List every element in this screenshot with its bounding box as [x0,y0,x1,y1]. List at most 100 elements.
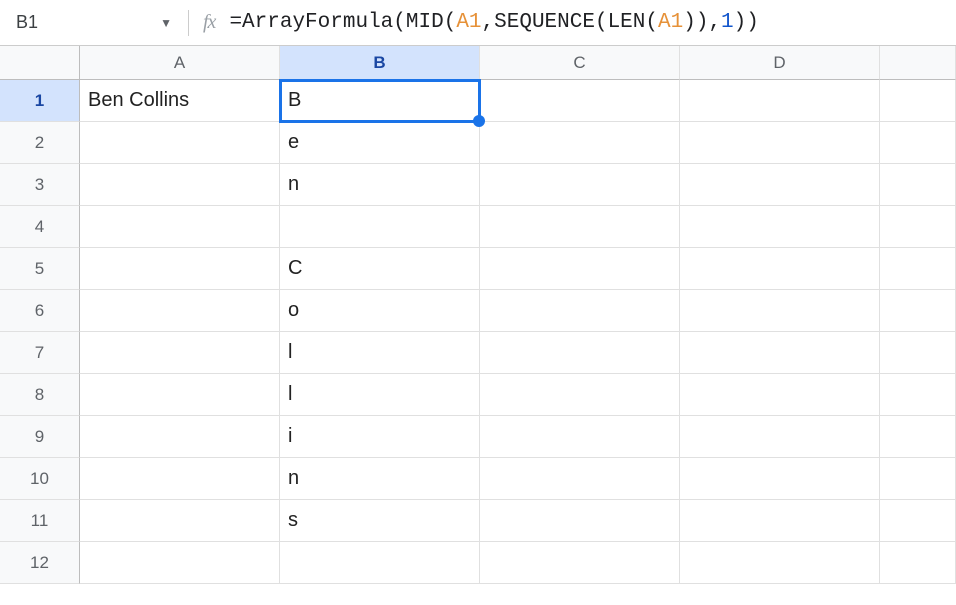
formula-token: A1 [456,11,481,34]
formula-token: LEN [608,11,646,34]
cell[interactable] [80,416,280,458]
cell[interactable] [680,290,880,332]
formula-token: , [708,11,721,34]
cell[interactable] [80,458,280,500]
cell[interactable] [680,248,880,290]
formula-token: ( [595,11,608,34]
cell[interactable]: n [280,164,480,206]
column-header-C[interactable]: C [480,46,680,80]
cell[interactable] [280,542,480,584]
cell[interactable] [480,206,680,248]
formula-token: SEQUENCE [494,11,595,34]
cell[interactable] [480,374,680,416]
cell[interactable] [80,290,280,332]
cell[interactable]: n [280,458,480,500]
cell[interactable] [480,332,680,374]
cell[interactable] [880,458,956,500]
formula-token: ) [746,11,759,34]
formula-token: ( [444,11,457,34]
cell[interactable] [680,164,880,206]
formula-token: ) [696,11,709,34]
cell[interactable]: e [280,122,480,164]
cell[interactable] [480,458,680,500]
cell[interactable] [680,80,880,122]
cell[interactable]: o [280,290,480,332]
formula-token: ) [683,11,696,34]
cell[interactable] [880,542,956,584]
cell[interactable]: l [280,374,480,416]
formula-token: , [482,11,495,34]
column-header-B[interactable]: B [280,46,480,80]
cell[interactable] [80,122,280,164]
row-header[interactable]: 11 [0,500,80,542]
cell[interactable] [880,248,956,290]
cell[interactable] [880,164,956,206]
cell[interactable] [680,500,880,542]
cell[interactable] [80,206,280,248]
cell[interactable] [680,122,880,164]
formula-token: ( [645,11,658,34]
cell[interactable] [880,206,956,248]
row-header[interactable]: 8 [0,374,80,416]
cell[interactable] [480,542,680,584]
cell[interactable]: C [280,248,480,290]
row-header[interactable]: 5 [0,248,80,290]
cell[interactable] [680,374,880,416]
cell[interactable] [680,416,880,458]
cell[interactable] [680,206,880,248]
cell[interactable] [480,290,680,332]
cell[interactable]: i [280,416,480,458]
cell[interactable] [880,122,956,164]
cell[interactable]: B [280,80,480,122]
name-box-value: B1 [14,12,150,33]
cell[interactable] [680,542,880,584]
cell[interactable] [880,374,956,416]
cell[interactable] [80,164,280,206]
column-header-A[interactable]: A [80,46,280,80]
row-header[interactable]: 9 [0,416,80,458]
fx-icon: fx [203,11,215,34]
row-header[interactable]: 3 [0,164,80,206]
cell[interactable] [80,500,280,542]
column-header[interactable] [880,46,956,80]
formula-input[interactable]: =ArrayFormula(MID(A1,SEQUENCE(LEN(A1)),1… [229,11,758,34]
row-header[interactable]: 10 [0,458,80,500]
name-box[interactable]: B1 ▼ [14,0,182,45]
cell[interactable] [880,332,956,374]
formula-token: ) [734,11,747,34]
cell[interactable] [80,332,280,374]
select-all-corner[interactable] [0,46,80,80]
cell[interactable] [880,416,956,458]
row-header[interactable]: 4 [0,206,80,248]
cell[interactable] [80,248,280,290]
cell[interactable] [880,500,956,542]
cell[interactable] [280,206,480,248]
column-header-D[interactable]: D [680,46,880,80]
spreadsheet-grid[interactable]: ABCD1Ben CollinsB2e3n45C6o7l8l9i10n11s12 [0,46,956,584]
cell[interactable] [680,458,880,500]
cell[interactable] [480,80,680,122]
cell[interactable] [480,500,680,542]
cell[interactable] [480,248,680,290]
cell[interactable] [480,122,680,164]
row-header[interactable]: 12 [0,542,80,584]
cell[interactable]: l [280,332,480,374]
cell[interactable] [680,332,880,374]
cell[interactable]: s [280,500,480,542]
row-header[interactable]: 7 [0,332,80,374]
cell[interactable] [480,164,680,206]
formula-token: ArrayFormula [242,11,393,34]
cell[interactable] [880,290,956,332]
formula-token: A1 [658,11,683,34]
row-header[interactable]: 6 [0,290,80,332]
cell[interactable]: Ben Collins [80,80,280,122]
cell[interactable] [80,542,280,584]
fill-handle[interactable] [473,115,485,127]
row-header[interactable]: 2 [0,122,80,164]
cell[interactable] [480,416,680,458]
cell[interactable] [880,80,956,122]
formula-token: MID [406,11,444,34]
row-header[interactable]: 1 [0,80,80,122]
cell[interactable] [80,374,280,416]
chevron-down-icon[interactable]: ▼ [150,16,182,30]
